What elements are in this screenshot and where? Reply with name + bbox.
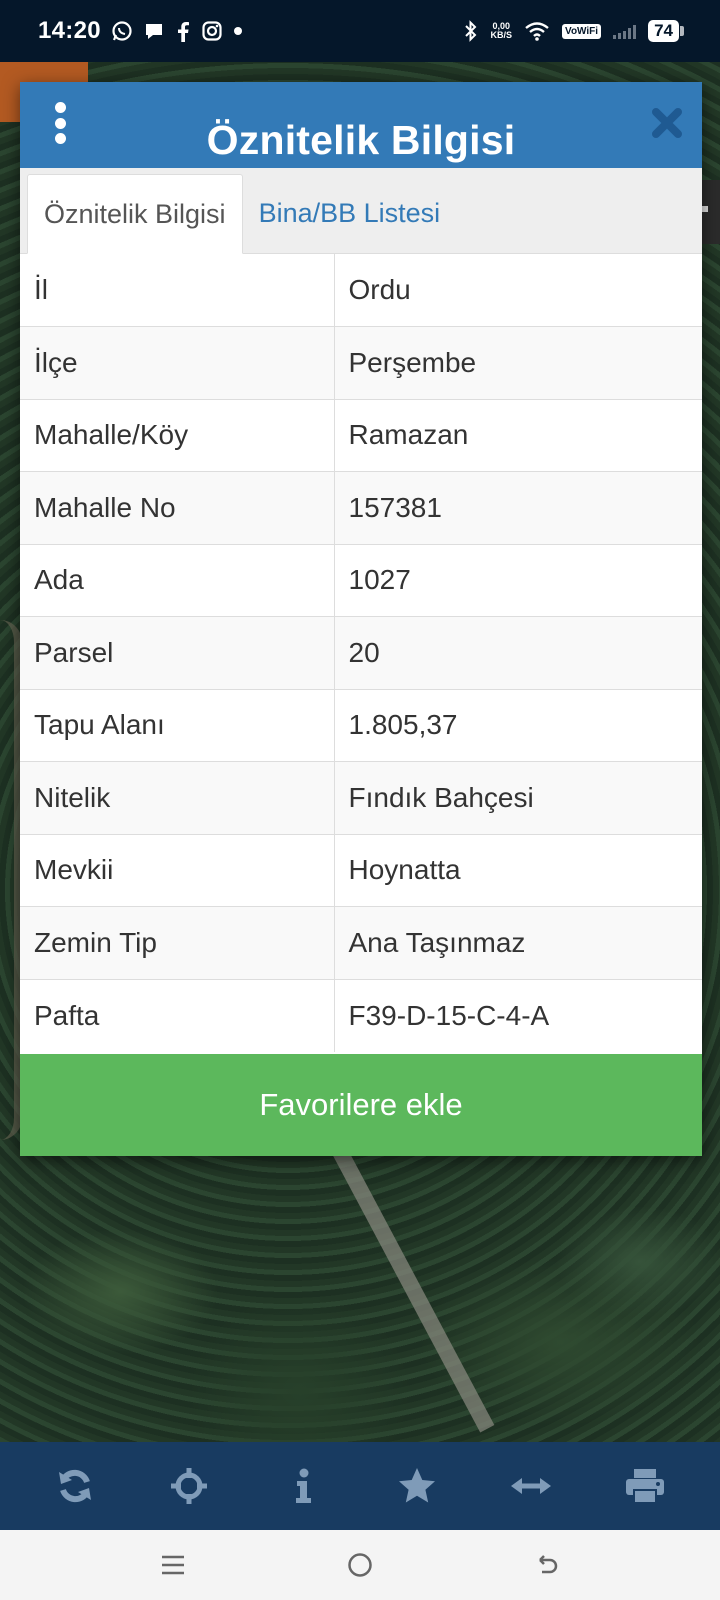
row-value: Ana Taşınmaz [334, 906, 702, 979]
row-value: Fındık Bahçesi [334, 761, 702, 834]
system-status-icons: 0,00 KB/S VoWiFi 74 [463, 20, 684, 42]
row-key: Mahalle/Köy [20, 398, 335, 472]
notification-icons [111, 20, 243, 42]
table-row: Tapu Alanı 1.805,37 [20, 688, 702, 762]
tab-bar: Öznitelik Bilgisi Bina/BB Listesi [20, 168, 702, 254]
bluetooth-icon [464, 20, 476, 42]
row-value: 157381 [334, 471, 702, 544]
vowifi-badge: VoWiFi [562, 23, 602, 39]
more-options-icon[interactable] [52, 102, 68, 144]
dialog-header: Öznitelik Bilgisi [20, 82, 702, 168]
tab-building-list[interactable]: Bina/BB Listesi [243, 173, 457, 253]
table-row: İlçe Perşembe [20, 326, 702, 399]
row-key: Mevkii [20, 833, 335, 907]
chat-icon [145, 24, 162, 39]
add-to-favorites-button[interactable]: Favorilere ekle [20, 1054, 702, 1156]
row-key: Ada [20, 543, 335, 617]
row-key: Zemin Tip [20, 906, 335, 979]
row-value: 1027 [334, 543, 702, 617]
signal-strength-icon [613, 23, 637, 39]
row-value: Ramazan [334, 398, 702, 472]
table-row: Mevkii Hoynatta [20, 833, 702, 907]
status-bar: 14:20 0,00 KB/S VoWiFi 74 [0, 0, 720, 62]
measure-button[interactable] [505, 1460, 557, 1512]
map-toolbar [0, 1442, 720, 1530]
row-key: Tapu Alanı [20, 688, 335, 762]
crosshair-icon [171, 1468, 207, 1504]
locate-button[interactable] [163, 1460, 215, 1512]
wifi-icon [525, 22, 549, 41]
row-value: F39-D-15-C-4-A [334, 978, 702, 1052]
dialog-title: Öznitelik Bilgisi [206, 117, 516, 163]
table-row: Mahalle No 157381 [20, 471, 702, 544]
battery-level: 74 [648, 20, 679, 42]
battery-icon: 74 [648, 20, 684, 42]
refresh-icon [59, 1469, 91, 1503]
back-icon [538, 1555, 557, 1574]
notification-dot-icon [233, 27, 242, 35]
measure-arrows-icon [511, 1478, 551, 1494]
row-value: Hoynatta [334, 833, 702, 907]
refresh-button[interactable] [49, 1460, 101, 1512]
map-track [0, 620, 22, 1140]
table-row: Ada 1027 [20, 543, 702, 617]
recent-apps-icon [162, 1555, 185, 1575]
instagram-icon [202, 21, 222, 41]
recent-apps-button[interactable] [143, 1540, 203, 1590]
print-icon [626, 1469, 664, 1504]
row-key: Mahalle No [20, 471, 335, 544]
system-navigation-bar [0, 1530, 720, 1600]
status-time: 14:20 [38, 17, 101, 44]
close-icon[interactable] [650, 106, 684, 140]
back-button[interactable] [517, 1540, 577, 1590]
network-speed: 0,00 KB/S [490, 21, 513, 40]
row-value: Ordu [348, 274, 411, 305]
row-key: Nitelik [20, 761, 335, 834]
tab-attribute-info[interactable]: Öznitelik Bilgisi [27, 174, 243, 254]
row-value: Perşembe [334, 326, 702, 399]
home-icon [348, 1553, 372, 1577]
info-icon [296, 1468, 311, 1503]
attribute-info-dialog: Öznitelik Bilgisi Öznitelik Bilgisi Bina… [20, 82, 702, 1156]
row-value: 20 [334, 616, 702, 689]
row-value: 1.805,37 [334, 688, 702, 762]
table-row: Pafta F39-D-15-C-4-A [20, 978, 702, 1052]
star-icon [399, 1468, 435, 1503]
favorites-button[interactable] [391, 1460, 443, 1512]
facebook-icon [177, 22, 189, 42]
info-button[interactable] [277, 1460, 329, 1512]
row-key: İl [20, 254, 335, 327]
row-key: İlçe [20, 326, 335, 399]
attribute-table: İl Ordu İlçe Perşembe Mahalle/Köy Ramazan M… [20, 254, 702, 1052]
table-row: Nitelik Fındık Bahçesi [20, 761, 702, 834]
table-row: İl Ordu [20, 254, 702, 327]
whatsapp-icon [112, 21, 132, 41]
row-key: Pafta [20, 978, 335, 1052]
table-row: Parsel 20 [20, 616, 702, 689]
home-button[interactable] [330, 1540, 390, 1590]
print-button[interactable] [619, 1460, 671, 1512]
row-key: Parsel [20, 616, 335, 689]
table-row: Mahalle/Köy Ramazan [20, 398, 702, 472]
table-row: Zemin Tip Ana Taşınmaz [20, 906, 702, 979]
